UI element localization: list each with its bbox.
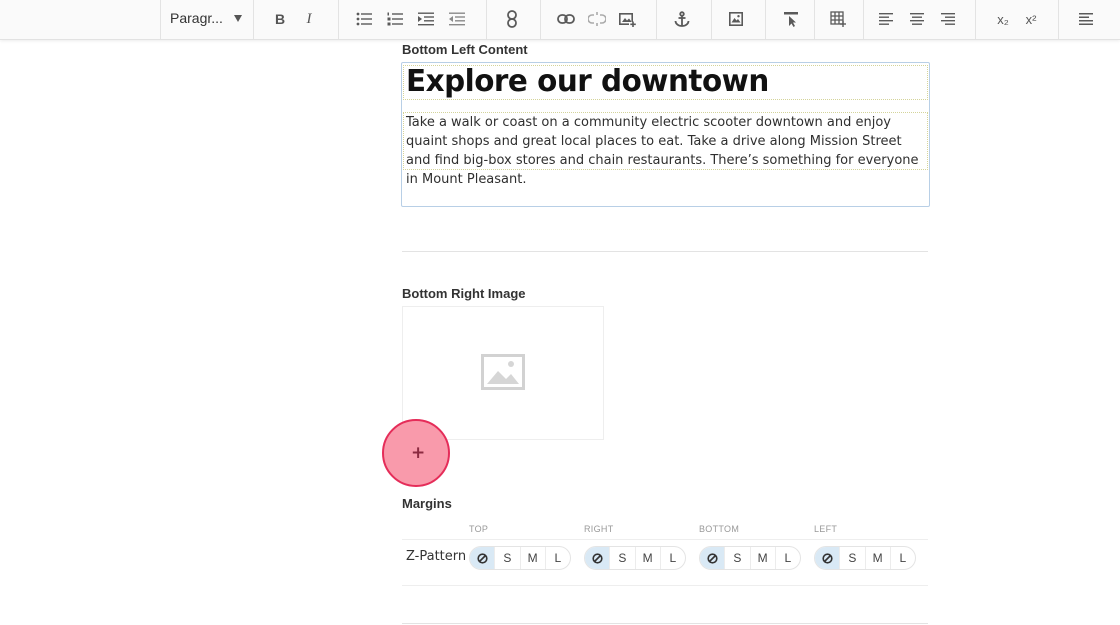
bottom-left-content-label: Bottom Left Content [402,42,528,57]
picture-icon [729,12,743,26]
insert-image-button[interactable] [616,8,640,30]
margins-row-divider [402,585,928,586]
paragraph-text: Take a walk or coast on a community elec… [406,115,919,187]
margin-column-top: TOP [469,524,489,534]
margin-right-s-option[interactable]: S [609,547,634,569]
align-left-icon [879,13,893,25]
indent-icon [418,12,434,26]
margin-top-s-option[interactable]: S [494,547,519,569]
heading-text: Explore our downtown [406,64,769,99]
add-image-button[interactable]: + [382,419,450,487]
toolbar-divider [765,0,766,39]
none-icon [477,552,488,564]
paste-link-button[interactable] [500,8,524,30]
format-select-label: Paragr... [170,10,223,26]
margins-header-divider [402,539,928,540]
heading-block[interactable]: Explore our downtown [403,64,928,100]
paragraph-options-icon [1079,13,1093,25]
bullet-list-button[interactable] [352,8,376,30]
cursor-icon [784,12,798,27]
unlink-icon [588,12,606,26]
margin-top-l-option[interactable]: L [544,547,570,569]
section-divider [402,251,928,252]
image-placeholder[interactable] [402,306,604,440]
indent-button[interactable] [414,8,438,30]
margin-column-left: LEFT [814,524,838,534]
bold-icon: B [274,11,286,27]
image-add-icon [619,12,636,27]
none-icon [707,552,718,564]
margin-right-none-option[interactable] [585,547,610,569]
align-center-button[interactable] [905,8,929,30]
margin-left-m-option[interactable]: M [864,547,890,569]
margin-bottom-l-option[interactable]: L [774,547,800,569]
unlink-button[interactable] [585,8,609,30]
none-icon [592,552,603,564]
toolbar-divider [486,0,487,39]
anchor-icon [674,11,690,27]
plus-icon: + [411,443,426,463]
superscript-icon: x² [1025,11,1037,27]
special-character-button[interactable] [779,8,803,30]
margin-left-l-option[interactable]: L [889,547,915,569]
bullet-list-icon [356,12,372,26]
image-placeholder-icon [481,354,525,390]
rich-text-editor[interactable]: Explore our downtown Take a walk or coas… [401,62,930,207]
outdent-icon [449,12,465,26]
link-vertical-icon [507,10,517,28]
italic-icon: I [306,10,312,27]
margin-bottom-m-option[interactable]: M [749,547,775,569]
margin-top-m-option[interactable]: M [519,547,545,569]
margin-bottom-selector[interactable]: S M L [699,546,801,570]
align-center-icon [910,13,924,25]
margins-label: Margins [402,496,452,511]
insert-table-button[interactable] [826,8,850,30]
margin-row-label: Z-Pattern [406,549,467,564]
subscript-icon: x₂ [997,11,1009,27]
format-select[interactable]: Paragr... [160,0,254,39]
toolbar-divider [814,0,815,39]
margin-column-right: RIGHT [584,524,614,534]
margin-right-selector[interactable]: S M L [584,546,686,570]
insert-link-button[interactable] [554,8,578,30]
media-button[interactable] [724,8,748,30]
anchor-button[interactable] [670,8,694,30]
align-right-icon [941,13,955,25]
margin-bottom-none-option[interactable] [700,547,725,569]
link-icon [557,14,575,24]
chevron-down-icon [234,15,242,22]
margin-top-none-option[interactable] [470,547,495,569]
toolbar-divider [1058,0,1059,39]
numbered-list-icon [387,12,403,26]
margin-bottom-s-option[interactable]: S [724,547,749,569]
margin-right-l-option[interactable]: L [659,547,685,569]
margin-top-selector[interactable]: S M L [469,546,571,570]
align-left-button[interactable] [874,8,898,30]
bold-button[interactable]: B [268,8,292,30]
toolbar-divider [863,0,864,39]
toolbar-divider [711,0,712,39]
margin-right-m-option[interactable]: M [634,547,660,569]
margin-column-bottom: BOTTOM [699,524,740,534]
table-icon [830,11,846,27]
margin-left-s-option[interactable]: S [839,547,864,569]
margin-left-none-option[interactable] [815,547,840,569]
margin-left-selector[interactable]: S M L [814,546,916,570]
none-icon [822,552,833,564]
toolbar-divider [656,0,657,39]
superscript-button[interactable]: x² [1019,8,1043,30]
more-options-button[interactable] [1074,8,1098,30]
editor-toolbar: Paragr... B I x₂ x² [0,0,1120,40]
toolbar-divider [338,0,339,39]
toolbar-divider [975,0,976,39]
subscript-button[interactable]: x₂ [991,8,1015,30]
numbered-list-button[interactable] [383,8,407,30]
bottom-right-image-label: Bottom Right Image [402,286,526,301]
paragraph-block[interactable]: Take a walk or coast on a community elec… [403,112,928,187]
section-divider [402,623,928,624]
toolbar-divider [540,0,541,39]
italic-button[interactable]: I [297,8,321,30]
align-right-button[interactable] [936,8,960,30]
outdent-button[interactable] [445,8,469,30]
